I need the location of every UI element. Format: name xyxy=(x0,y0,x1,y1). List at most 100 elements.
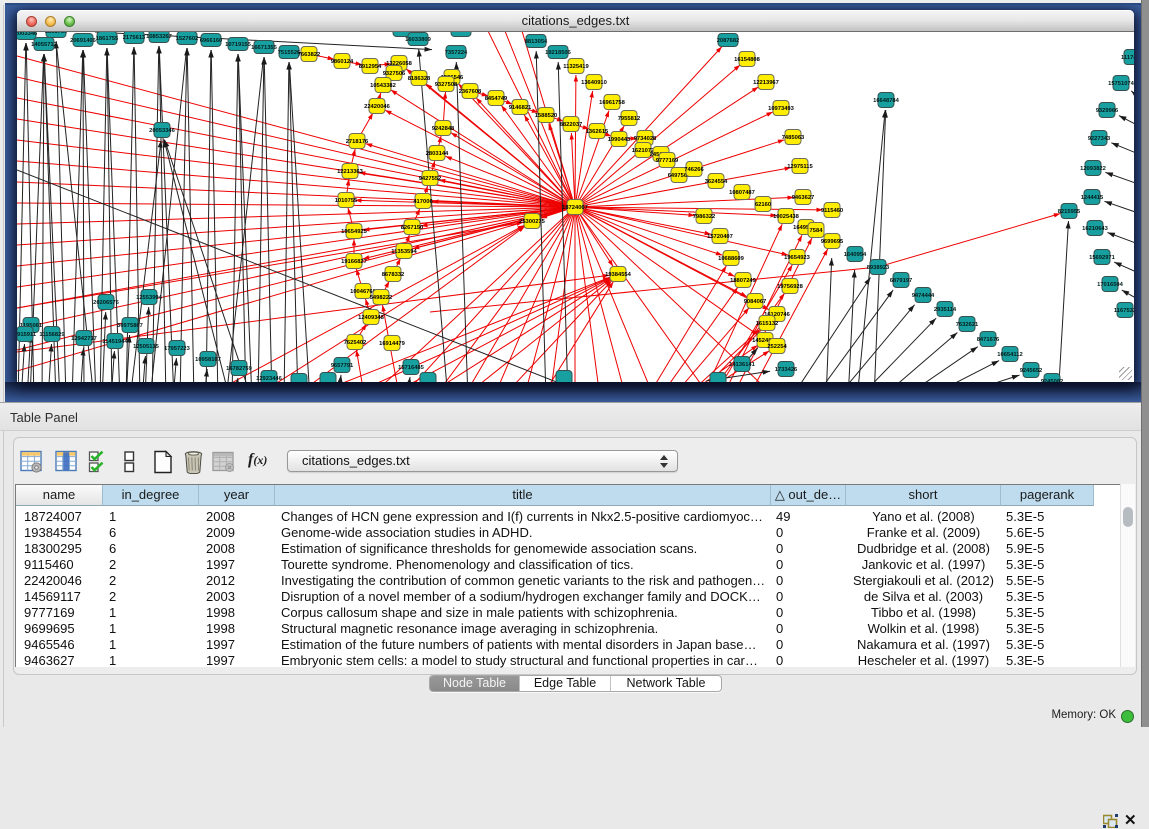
svg-text:16648784: 16648784 xyxy=(873,98,900,104)
svg-text:20053346: 20053346 xyxy=(149,128,176,134)
svg-text:10958107: 10958107 xyxy=(195,357,221,363)
svg-text:16154808: 16154808 xyxy=(734,57,761,63)
svg-text:12213363: 12213363 xyxy=(337,169,364,175)
svg-text:14055712: 14055712 xyxy=(31,42,57,48)
svg-text:9115460: 9115460 xyxy=(821,208,843,214)
svg-text:3915911: 3915911 xyxy=(17,332,37,338)
svg-text:1527602: 1527602 xyxy=(176,36,199,42)
svg-text:7955812: 7955812 xyxy=(618,116,641,122)
svg-text:2087682: 2087682 xyxy=(717,38,740,44)
svg-text:13640910: 13640910 xyxy=(581,80,607,86)
svg-text:19166827: 19166827 xyxy=(341,259,367,265)
svg-text:1010755: 1010755 xyxy=(335,198,358,204)
svg-text:10688609: 10688609 xyxy=(718,256,745,262)
svg-text:10719155: 10719155 xyxy=(225,42,252,48)
svg-text:9699695: 9699695 xyxy=(821,239,844,245)
svg-text:9777169: 9777169 xyxy=(656,158,679,164)
svg-text:10543382: 10543382 xyxy=(370,83,396,89)
svg-text:9084067: 9084067 xyxy=(744,299,767,305)
svg-text:8215955: 8215955 xyxy=(1058,209,1081,215)
svg-text:8267150: 8267150 xyxy=(401,225,424,231)
svg-text:9657791: 9657791 xyxy=(331,363,354,369)
svg-text:9327508: 9327508 xyxy=(435,82,458,88)
svg-text:9146821: 9146821 xyxy=(509,105,532,111)
svg-text:8912954: 8912954 xyxy=(359,64,382,70)
svg-text:7986322: 7986322 xyxy=(693,214,716,220)
svg-text:9242848: 9242848 xyxy=(432,126,455,132)
svg-text:10654112: 10654112 xyxy=(997,352,1022,358)
svg-text:7625402: 7625402 xyxy=(344,340,367,346)
svg-text:19654923: 19654923 xyxy=(784,255,811,261)
svg-text:1588520: 1588520 xyxy=(535,113,558,119)
svg-text:8813054: 8813054 xyxy=(525,39,548,45)
svg-text:18724007: 18724007 xyxy=(562,205,588,211)
svg-text:16961758: 16961758 xyxy=(599,100,626,106)
svg-text:20206576: 20206576 xyxy=(93,300,120,306)
svg-text:12093822: 12093822 xyxy=(1080,166,1106,172)
svg-text:12975115: 12975115 xyxy=(787,164,813,170)
svg-text:22420046: 22420046 xyxy=(364,104,391,110)
svg-text:2935114: 2935114 xyxy=(934,307,957,313)
svg-text:19218506: 19218506 xyxy=(545,50,572,56)
svg-text:6879197: 6879197 xyxy=(890,278,913,284)
svg-text:12942737: 12942737 xyxy=(71,336,97,342)
svg-text:9474444: 9474444 xyxy=(912,293,935,299)
svg-text:12505135: 12505135 xyxy=(133,344,160,350)
svg-text:2003346: 2003346 xyxy=(17,32,38,37)
svg-text:16033809: 16033809 xyxy=(405,37,432,43)
svg-text:1117434: 1117434 xyxy=(1121,55,1134,61)
svg-text:11325419: 11325419 xyxy=(563,64,589,70)
svg-text:1954126: 1954126 xyxy=(450,32,473,34)
svg-text:12213967: 12213967 xyxy=(753,80,779,86)
svg-text:11156829: 11156829 xyxy=(39,332,65,338)
svg-text:1861750: 1861750 xyxy=(45,32,68,35)
svg-text:252254: 252254 xyxy=(767,344,787,350)
svg-text:11451944: 11451944 xyxy=(102,339,128,345)
svg-text:746266: 746266 xyxy=(684,167,704,173)
svg-text:15716485: 15716485 xyxy=(398,365,425,371)
svg-text:7584: 7584 xyxy=(810,228,824,234)
svg-text:8822037: 8822037 xyxy=(560,122,583,128)
svg-text:9860124: 9860124 xyxy=(331,59,354,65)
svg-text:7357224: 7357224 xyxy=(445,50,468,56)
svg-text:19756928: 19756928 xyxy=(777,284,804,290)
svg-text:2803144: 2803144 xyxy=(426,151,449,157)
svg-text:1733426: 1733426 xyxy=(775,367,798,373)
svg-text:1244415: 1244415 xyxy=(1081,195,1104,201)
svg-text:7663822: 7663822 xyxy=(298,52,321,58)
svg-text:16782759: 16782759 xyxy=(226,366,253,372)
svg-text:30975867: 30975867 xyxy=(117,323,143,329)
svg-text:19654925: 19654925 xyxy=(341,229,368,235)
svg-text:17957223: 17957223 xyxy=(164,346,191,352)
svg-text:8471676: 8471676 xyxy=(977,337,1000,343)
svg-text:1167533: 1167533 xyxy=(1114,308,1134,314)
svg-text:1640954: 1640954 xyxy=(844,252,867,258)
svg-text:12409348: 12409348 xyxy=(358,315,385,321)
svg-text:1990443: 1990443 xyxy=(608,137,631,143)
svg-text:6966160: 6966160 xyxy=(200,38,223,44)
svg-text:15692971: 15692971 xyxy=(1089,255,1116,261)
svg-text:15720407: 15720407 xyxy=(707,234,733,240)
svg-text:19384554: 19384554 xyxy=(605,272,632,278)
svg-text:16671355: 16671355 xyxy=(251,45,278,51)
svg-text:1861755: 1861755 xyxy=(96,36,119,42)
svg-text:15751074: 15751074 xyxy=(1108,81,1134,87)
svg-text:9734028: 9734028 xyxy=(634,136,657,142)
svg-text:7632621: 7632621 xyxy=(956,322,979,328)
svg-text:9227343: 9227343 xyxy=(1088,136,1111,142)
svg-text:12553994: 12553994 xyxy=(136,295,163,301)
svg-text:11353594: 11353594 xyxy=(391,249,417,255)
svg-text:3624554: 3624554 xyxy=(705,179,728,185)
svg-text:10973493: 10973493 xyxy=(768,106,795,112)
svg-text:2367608: 2367608 xyxy=(459,89,482,95)
svg-text:16210643: 16210643 xyxy=(1082,226,1109,232)
svg-text:9463627: 9463627 xyxy=(792,195,815,201)
svg-text:5498222: 5498222 xyxy=(370,295,393,301)
svg-text:25300275: 25300275 xyxy=(519,219,546,225)
svg-text:417006: 417006 xyxy=(413,199,433,205)
svg-text:9427552: 9427552 xyxy=(419,176,442,182)
svg-text:16914479: 16914479 xyxy=(379,341,406,347)
svg-text:8938923: 8938923 xyxy=(867,265,890,271)
svg-text:1362615: 1362615 xyxy=(586,129,609,135)
svg-text:10025438: 10025438 xyxy=(773,214,800,220)
